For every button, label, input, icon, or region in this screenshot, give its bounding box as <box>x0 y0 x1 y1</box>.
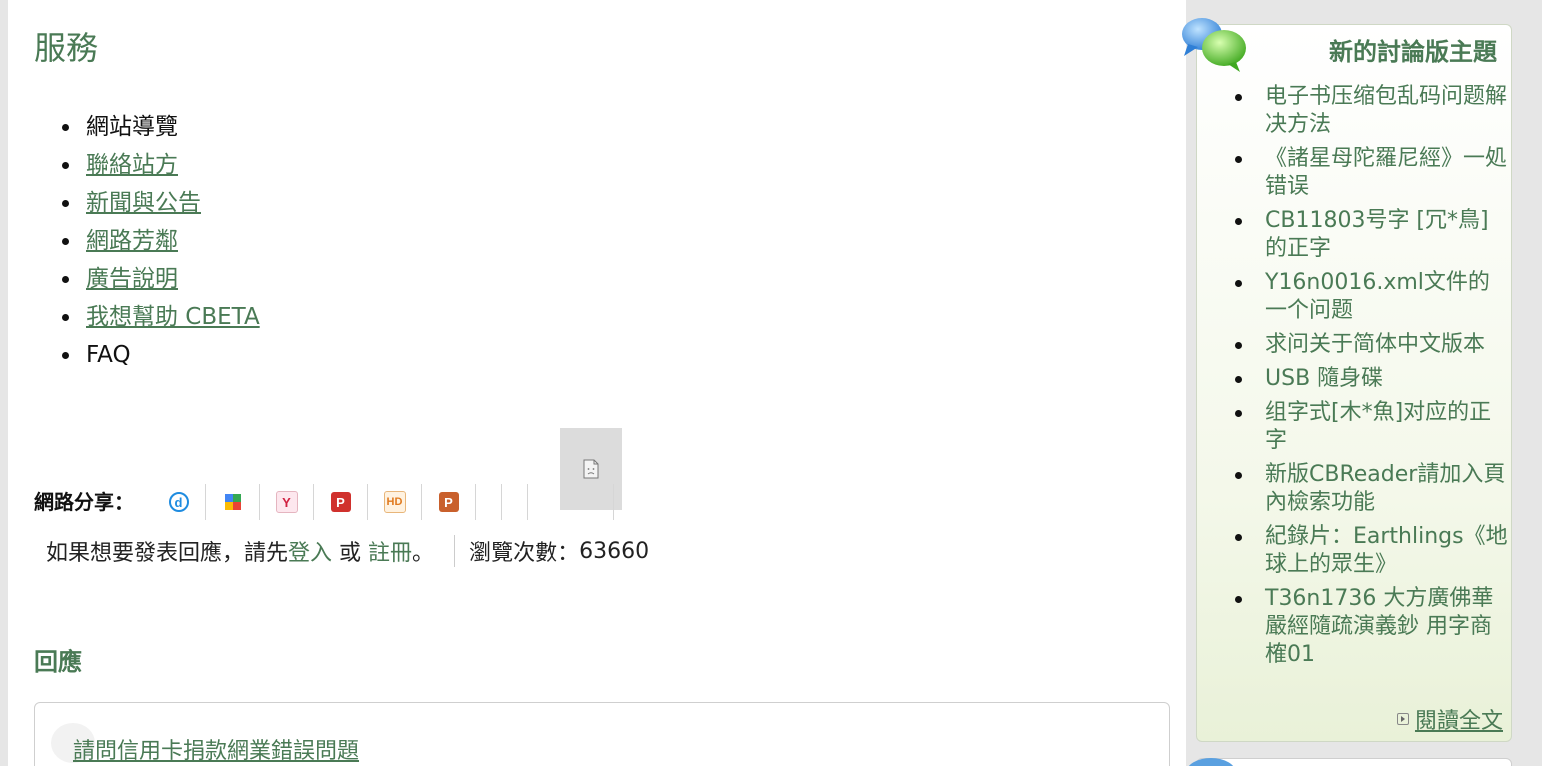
service-label: FAQ <box>86 342 131 368</box>
reply-or: 或 <box>332 541 369 566</box>
topic-item: 求问关于简体中文版本 <box>1233 331 1509 359</box>
share-button-image[interactable] <box>528 484 614 520</box>
service-item-contact: 聯絡站方 <box>62 146 260 184</box>
topic-link[interactable]: CB11803号字 [冗*鳥] 的正字 <box>1265 208 1489 261</box>
topic-item: CB11803号字 [冗*鳥] 的正字 <box>1233 207 1509 263</box>
help-cbeta-link[interactable]: 我想幫助 CBETA <box>86 304 260 330</box>
topic-link[interactable]: 电子书压缩包乱码问题解决方法 <box>1265 84 1507 137</box>
contact-link[interactable]: 聯絡站方 <box>86 152 178 178</box>
register-link[interactable]: 註冊 <box>368 535 412 567</box>
share-button-plurk[interactable]: P <box>314 484 368 520</box>
share-label: 網路分享： <box>34 490 134 514</box>
topic-item: T36n1736 大方廣佛華嚴經隨疏演義鈔 用字商榷01 <box>1233 585 1509 669</box>
next-panel <box>1196 758 1512 766</box>
service-item-ads: 廣告說明 <box>62 260 260 298</box>
plurk-icon: P <box>330 492 351 512</box>
service-item-help-cbeta: 我想幫助 CBETA <box>62 298 260 336</box>
topic-item: Y16n0016.xml文件的一个问题 <box>1233 269 1509 325</box>
topic-link[interactable]: 紀錄片：Earthlings《地球上的眾生》 <box>1265 524 1508 577</box>
topic-item: 组字式[木*魚]对应的正字 <box>1233 399 1509 455</box>
funp-icon: P <box>438 492 459 512</box>
reply-bar: 如果想要發表回應，請先 登入 或 註冊 。 瀏覽次數： 63660 <box>46 534 649 568</box>
play-icon <box>1396 713 1409 725</box>
service-label: 網站導覽 <box>86 114 178 140</box>
share-button-google[interactable] <box>206 484 260 520</box>
read-more-label: 閱讀全文 <box>1414 709 1503 734</box>
share-button-hemidemi[interactable]: HD <box>368 484 422 520</box>
services-list: 網站導覽 聯絡站方 新聞與公告 網路芳鄰 廣告說明 我想幫助 CBETA FAQ <box>62 108 260 374</box>
d-icon: d <box>168 492 189 512</box>
responses-title: 回應 <box>34 648 82 676</box>
share-button-d[interactable]: d <box>152 484 206 520</box>
topic-item: 紀錄片：Earthlings《地球上的眾生》 <box>1233 523 1509 579</box>
read-more-link[interactable]: 閱讀全文 <box>1396 703 1503 735</box>
response-title-link[interactable]: 請問信用卡捐款網業錯誤問題 <box>73 733 359 765</box>
service-item-news: 新聞與公告 <box>62 184 260 222</box>
google-bookmark-icon <box>223 492 243 512</box>
topic-item: 《諸星母陀羅尼經》一処错误 <box>1233 145 1509 201</box>
service-item-neighbors: 網路芳鄰 <box>62 222 260 260</box>
share-button-funp[interactable]: P <box>422 484 476 520</box>
topic-link[interactable]: T36n1736 大方廣佛華嚴經隨疏演義鈔 用字商榷01 <box>1265 586 1493 667</box>
page: 服務 網站導覽 聯絡站方 新聞與公告 網路芳鄰 廣告說明 我想幫助 CBETA … <box>0 0 1542 766</box>
topic-link[interactable]: 组字式[木*魚]对应的正字 <box>1265 400 1491 453</box>
views-count: 63660 <box>579 538 650 564</box>
share-button-blank[interactable] <box>476 484 502 520</box>
topic-link[interactable]: USB 隨身碟 <box>1265 366 1383 391</box>
ads-link[interactable]: 廣告說明 <box>86 266 178 292</box>
service-item-site-map: 網站導覽 <box>62 108 260 146</box>
topic-link[interactable]: 求问关于简体中文版本 <box>1265 332 1485 357</box>
service-item-faq: FAQ <box>62 336 260 374</box>
topic-list: 电子书压缩包乱码问题解决方法 《諸星母陀羅尼經》一処错误 CB11803号字 [… <box>1233 83 1509 675</box>
share-button-yahoo[interactable]: Y <box>260 484 314 520</box>
share-button-blank[interactable] <box>502 484 528 520</box>
topic-link[interactable]: 《諸星母陀羅尼經》一処错误 <box>1265 146 1507 199</box>
services-title: 服務 <box>34 29 99 67</box>
topic-item: USB 隨身碟 <box>1233 365 1509 393</box>
hemidemi-icon: HD <box>383 491 406 513</box>
reply-suffix: 。 <box>412 541 435 566</box>
topic-link[interactable]: 新版CBReader請加入頁內檢索功能 <box>1265 462 1505 515</box>
neighbors-link[interactable]: 網路芳鄰 <box>86 228 178 254</box>
topic-item: 新版CBReader請加入頁內檢索功能 <box>1233 461 1509 517</box>
reply-prefix: 如果想要發表回應，請先 <box>46 541 289 566</box>
main-content: 服務 網站導覽 聯絡站方 新聞與公告 網路芳鄰 廣告說明 我想幫助 CBETA … <box>8 0 1186 766</box>
share-row: 網路分享： d Y P HD P <box>34 484 614 520</box>
login-link[interactable]: 登入 <box>288 535 332 567</box>
forum-topics-panel: 新的討論版主題 电子书压缩包乱码问题解决方法 《諸星母陀羅尼經》一処错误 CB1… <box>1196 24 1512 742</box>
divider <box>454 535 456 567</box>
response-item: 請問信用卡捐款網業錯誤問題 <box>34 702 1170 766</box>
topic-item: 电子书压缩包乱码问题解决方法 <box>1233 83 1509 139</box>
views-label: 瀏覽次數： <box>469 541 580 566</box>
forum-topics-title: 新的討論版主題 <box>1329 38 1497 66</box>
news-link[interactable]: 新聞與公告 <box>86 190 201 216</box>
yahoo-icon: Y <box>275 491 298 513</box>
topic-link[interactable]: Y16n0016.xml文件的一个问题 <box>1265 270 1490 323</box>
chat-bubbles-icon <box>1182 18 1246 72</box>
